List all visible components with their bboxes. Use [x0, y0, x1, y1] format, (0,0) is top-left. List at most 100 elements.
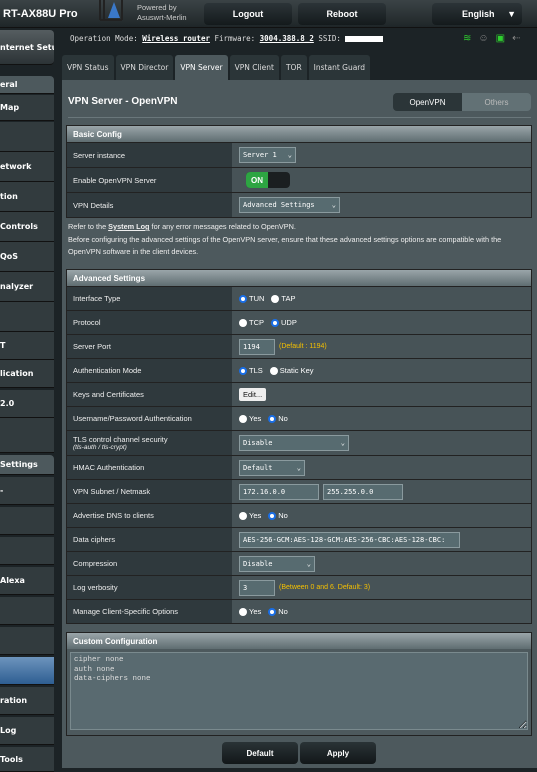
field-label: HMAC Authentication: [67, 456, 232, 479]
field-label: Log verbosity: [67, 576, 232, 599]
server-instance-select[interactable]: Server 1 ⌄: [239, 147, 296, 163]
vpn-details-select[interactable]: Advanced Settings ⌄: [239, 197, 340, 213]
sidebar-item[interactable]: tion: [0, 182, 54, 212]
sidebar-item[interactable]: Alexa: [0, 567, 54, 595]
radio-tcp[interactable]: TCP: [239, 318, 264, 327]
divider: [68, 117, 531, 118]
chevron-down-icon: ⌄: [331, 201, 336, 209]
server-port-input[interactable]: 1194: [239, 338, 275, 355]
main-panel: VPN Server - OpenVPN OpenVPN Others Basi…: [62, 80, 537, 768]
sidebar-item[interactable]: T: [0, 332, 54, 360]
radio-userpass-yes[interactable]: Yes: [239, 414, 261, 423]
section-header: Basic Config: [67, 126, 531, 142]
custom-config-textarea[interactable]: cipher none auth none data-ciphers none: [70, 652, 528, 730]
router-logo-icon: [99, 0, 123, 21]
segment-others[interactable]: Others: [462, 93, 531, 111]
usb-icon[interactable]: ⇠: [512, 33, 520, 44]
data-ciphers-input[interactable]: AES-256-GCM:AES-128-GCM:AES-256-CBC:AES-…: [239, 531, 460, 548]
field-label: Authentication Mode: [67, 359, 232, 382]
hmac-select[interactable]: Default ⌄: [239, 459, 305, 476]
tls-control-select[interactable]: Disable ⌄: [239, 435, 349, 451]
status-icons: ≋ ☺ ▣ ⇠: [463, 33, 520, 44]
vpn-tabs: VPN Status VPN Director VPN Server VPN Clie…: [62, 55, 371, 80]
sidebar-section-header: Settings: [0, 455, 54, 475]
chevron-down-icon: ▼: [507, 9, 516, 19]
tab-tor[interactable]: TOR: [280, 55, 307, 80]
sidebar-item[interactable]: etwork: [0, 152, 54, 182]
tab-vpn-server[interactable]: VPN Server: [175, 55, 228, 80]
enable-openvpn-toggle[interactable]: ON: [246, 172, 290, 188]
radio-udp[interactable]: UDP: [271, 318, 297, 327]
sidebar-item[interactable]: [0, 302, 54, 332]
sidebar-item[interactable]: nalyzer: [0, 272, 54, 302]
network-icon[interactable]: ▣: [496, 33, 505, 44]
compression-select[interactable]: Disable ⌄: [239, 555, 315, 572]
field-label: Compression: [67, 552, 232, 575]
top-bar: RT-AX88U Pro Powered by Asuswrt-Merlin Lo…: [0, 0, 537, 28]
field-label: Advertise DNS to clients: [67, 504, 232, 527]
field-label: Server Port: [67, 335, 232, 358]
radio-ccs-no[interactable]: No: [268, 607, 288, 616]
reboot-button[interactable]: Reboot: [298, 3, 386, 25]
tab-vpn-client[interactable]: VPN Client: [229, 55, 279, 80]
sidebar-item[interactable]: QoS: [0, 242, 54, 272]
advanced-settings-section: Advanced Settings Interface Type TUN TAP P…: [66, 269, 532, 624]
tab-vpn-status[interactable]: VPN Status: [62, 55, 114, 80]
field-label: TLS control channel security (tls-auth / …: [67, 431, 232, 455]
sidebar-item[interactable]: [0, 507, 54, 535]
tab-vpn-director[interactable]: VPN Director: [115, 55, 174, 80]
segment-openvpn[interactable]: OpenVPN: [393, 93, 462, 111]
sidebar-item[interactable]: [0, 597, 54, 625]
sidebar-item[interactable]: Controls: [0, 212, 54, 242]
sidebar-item[interactable]: nternet Setup: [0, 30, 54, 65]
system-log-link[interactable]: System Log: [108, 222, 149, 231]
sidebar-section-header: eral: [0, 76, 54, 94]
custom-config-section: Custom Configuration cipher none auth no…: [66, 632, 532, 736]
chevron-down-icon: ⌄: [306, 559, 311, 568]
sidebar-item[interactable]: ration: [0, 687, 54, 715]
subnet-input[interactable]: 172.16.0.0: [239, 483, 319, 500]
radio-tap[interactable]: TAP: [271, 294, 295, 303]
language-select[interactable]: English ▼: [432, 3, 522, 25]
radio-tls[interactable]: TLS: [239, 366, 263, 375]
radio-ccs-yes[interactable]: Yes: [239, 607, 261, 616]
field-label: Manage Client-Specific Options: [67, 600, 232, 623]
firmware-link[interactable]: 3004.388.8_2: [260, 34, 314, 43]
default-button[interactable]: Default: [222, 742, 298, 764]
field-label: Enable OpenVPN Server: [67, 168, 232, 192]
info-note: Refer to the System Log for any error me…: [68, 222, 502, 256]
radio-tun[interactable]: TUN: [239, 294, 264, 303]
radio-userpass-no[interactable]: No: [268, 414, 288, 423]
sidebar-item[interactable]: [0, 627, 54, 655]
sidebar-item[interactable]: 2.0: [0, 390, 54, 418]
model-name: RT-AX88U Pro: [3, 8, 78, 20]
sidebar-item[interactable]: lication: [0, 360, 54, 388]
sidebar-item[interactable]: [0, 537, 54, 565]
sidebar-item[interactable]: Map: [0, 95, 54, 121]
radio-dns-yes[interactable]: Yes: [239, 511, 261, 520]
sidebar-item[interactable]: [0, 657, 54, 685]
field-label: Data ciphers: [67, 528, 232, 551]
sidebar-item[interactable]: -: [0, 477, 54, 505]
tab-instant-guard[interactable]: Instant Guard: [308, 55, 371, 80]
field-label: Server instance: [67, 143, 232, 167]
edit-keys-button[interactable]: Edit...: [239, 388, 267, 401]
clients-icon[interactable]: ☺: [478, 33, 488, 44]
sidebar-item[interactable]: [0, 122, 54, 152]
sidebar-item[interactable]: [0, 418, 54, 453]
netmask-input[interactable]: 255.255.0.0: [323, 483, 403, 500]
section-header: Advanced Settings: [67, 270, 531, 286]
sidebar-item[interactable]: Tools: [0, 747, 54, 772]
wifi-icon[interactable]: ≋: [463, 33, 471, 44]
apply-button[interactable]: Apply: [300, 742, 376, 764]
logout-button[interactable]: Logout: [204, 3, 292, 25]
log-verbosity-input[interactable]: 3: [239, 579, 275, 596]
powered-by: Powered by Asuswrt-Merlin: [137, 3, 187, 22]
chevron-down-icon: ⌄: [287, 151, 292, 159]
radio-dns-no[interactable]: No: [268, 511, 288, 520]
op-mode-link[interactable]: Wireless router: [142, 34, 210, 43]
sidebar-item[interactable]: Log: [0, 717, 54, 745]
radio-static-key[interactable]: Static Key: [269, 366, 314, 375]
ssid-redacted: [345, 36, 384, 42]
protocol-segment: OpenVPN Others: [393, 93, 531, 111]
